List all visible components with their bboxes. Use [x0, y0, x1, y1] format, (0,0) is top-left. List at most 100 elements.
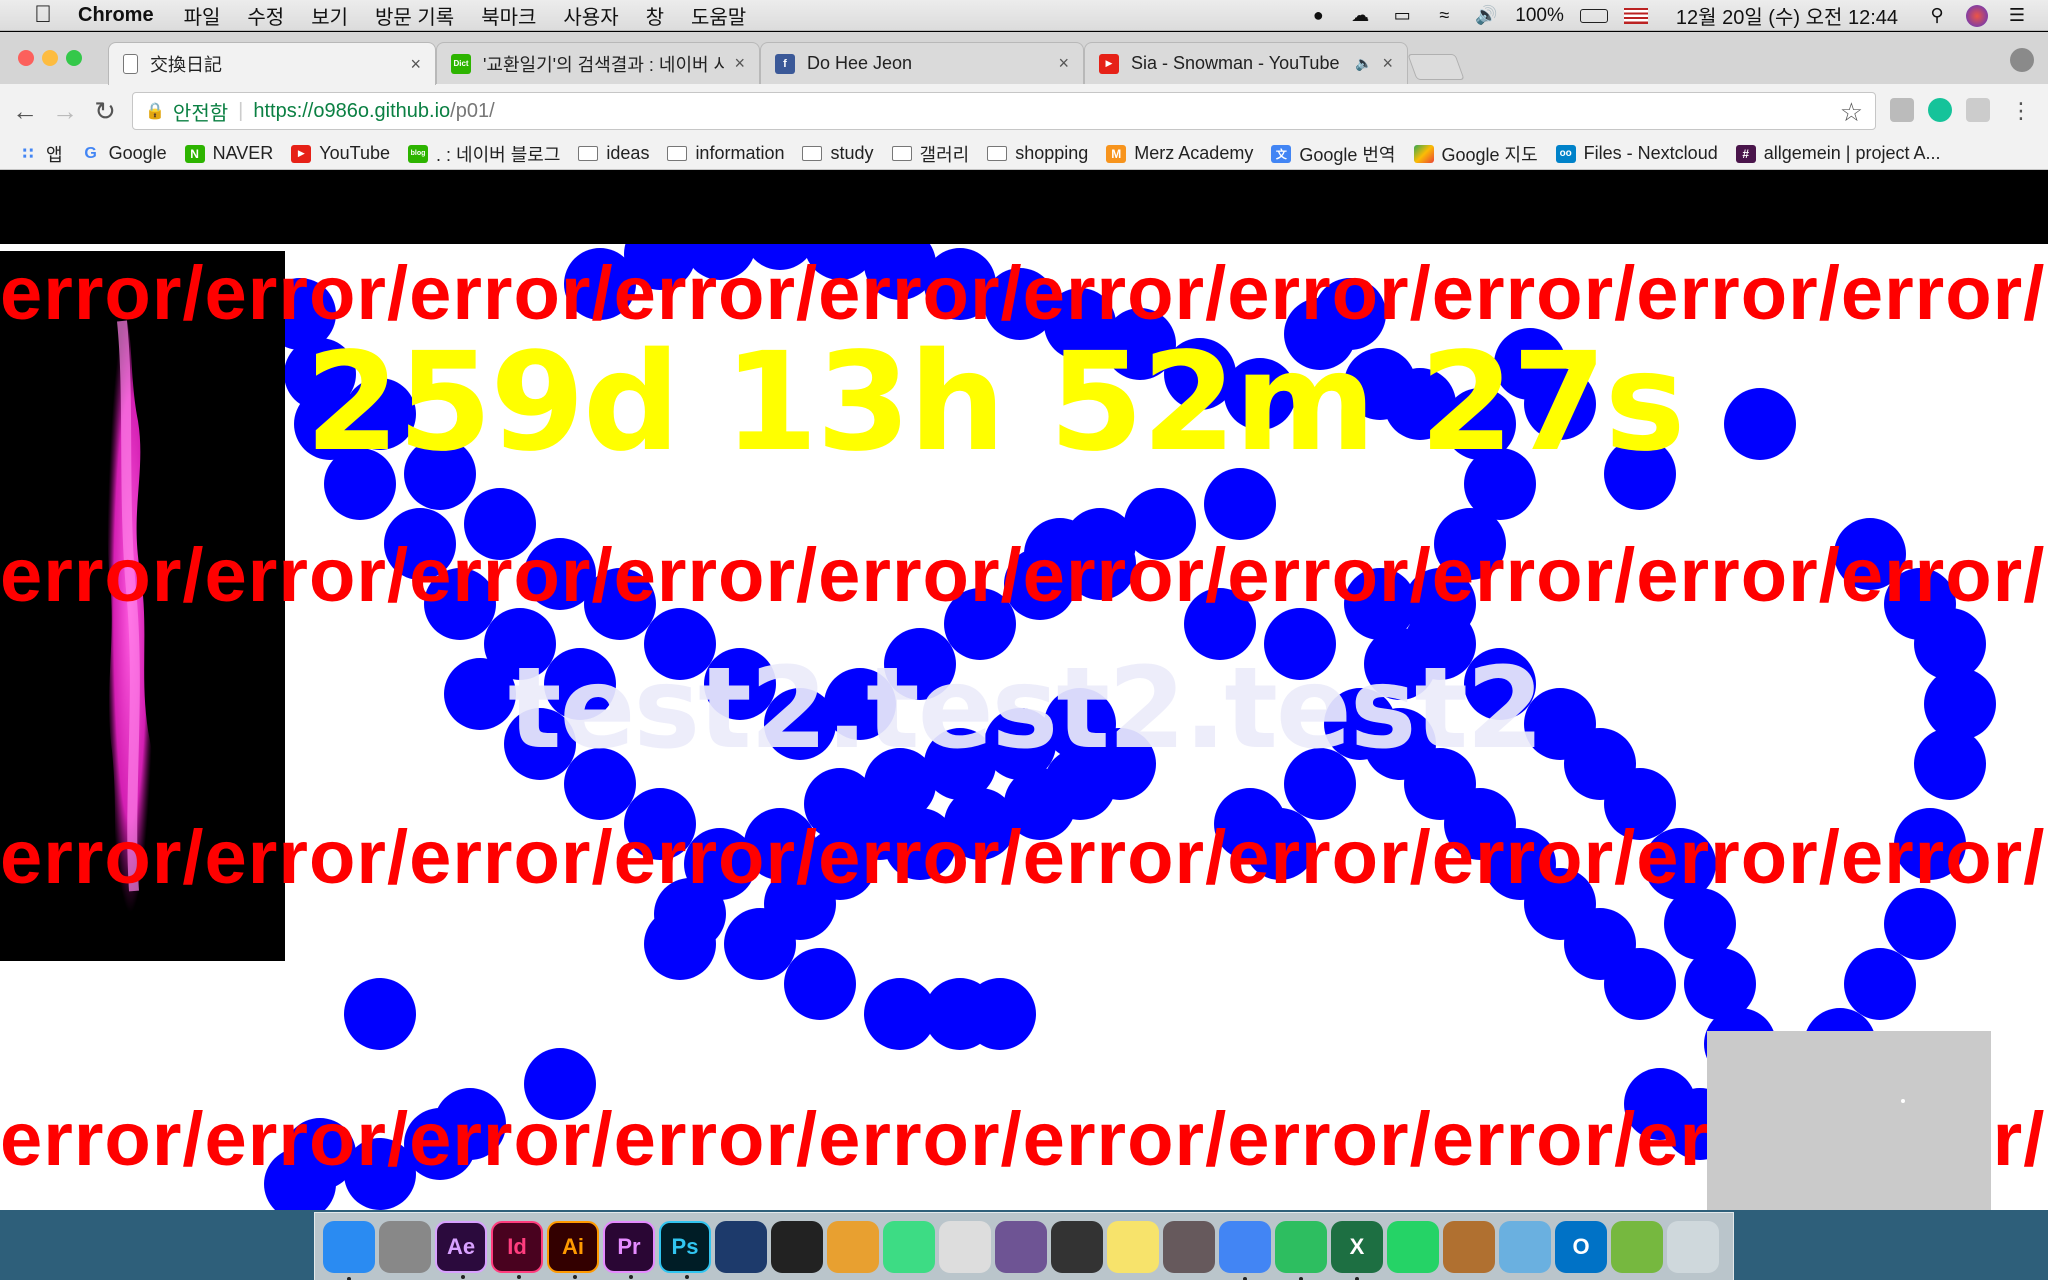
dock-utorrent-icon[interactable]	[1611, 1220, 1663, 1273]
dock-android-studio-icon[interactable]	[883, 1220, 935, 1273]
bookmark-star-icon[interactable]: ☆	[1840, 97, 1863, 128]
bookmark-folder-information[interactable]: information	[667, 143, 784, 164]
extension-instapaper-icon[interactable]	[1890, 98, 1914, 122]
menu-people[interactable]: 사용자	[563, 1, 618, 30]
siri-icon[interactable]	[1966, 4, 1988, 27]
window-close-button[interactable]	[18, 50, 34, 66]
menu-view[interactable]: 보기	[311, 1, 348, 30]
bookmark-folder-gallery[interactable]: 갤러리	[891, 141, 969, 167]
bookmark-google[interactable]: G Google	[81, 143, 166, 164]
dock-illustrator-icon[interactable]: Ai	[547, 1220, 599, 1279]
extension-icon[interactable]	[1966, 98, 1990, 122]
dock-after-effects-icon[interactable]: Ae	[435, 1220, 487, 1279]
address-bar[interactable]: 🔒 안전함 | https://o986o.github.io/p01/ ☆	[132, 92, 1876, 130]
audio-playing-icon[interactable]: 🔈	[1355, 55, 1372, 72]
window-minimize-button[interactable]	[42, 50, 58, 66]
menu-history[interactable]: 방문 기록	[375, 1, 454, 30]
folder-icon	[802, 146, 823, 161]
bookmark-naver-blog[interactable]: blog . : 네이버 블로그	[408, 141, 560, 167]
apple-icon[interactable]: 	[30, 2, 56, 28]
tab-close-icon[interactable]: ×	[410, 54, 421, 75]
bookmark-folder-shopping[interactable]: shopping	[987, 143, 1088, 164]
sketch-canvas[interactable]: error/error/error/error/error/error/erro…	[0, 244, 2048, 1210]
dock-unity-icon[interactable]	[771, 1220, 823, 1273]
dock-cinema4d-icon[interactable]	[715, 1220, 767, 1273]
wifi-icon[interactable]: ≈	[1431, 5, 1457, 27]
us-flag-icon[interactable]	[1623, 7, 1648, 24]
bookmark-youtube[interactable]: ▶ YouTube	[291, 143, 390, 164]
menu-edit[interactable]: 수정	[247, 1, 284, 30]
dock-outlook-icon[interactable]: O	[1555, 1220, 1607, 1273]
menu-bookmarks[interactable]: 북마크	[481, 1, 536, 30]
spotlight-icon[interactable]: ⚲	[1924, 5, 1950, 27]
new-tab-button[interactable]	[1407, 54, 1465, 80]
omnibox-separator: |	[238, 99, 244, 122]
reload-icon[interactable]: ↻	[90, 96, 120, 126]
menu-app-name[interactable]: Chrome	[78, 4, 154, 27]
dock-processing-icon[interactable]	[1051, 1220, 1103, 1273]
battery-icon[interactable]	[1579, 8, 1608, 23]
dock-trash-icon[interactable]	[1667, 1220, 1719, 1273]
dock-github-desktop-icon[interactable]	[995, 1220, 1047, 1273]
dock-evernote-icon[interactable]	[1275, 1220, 1327, 1280]
clock[interactable]: 12월 20일 (수) 오전 12:44	[1676, 1, 1898, 30]
dock-finder-icon[interactable]	[323, 1220, 375, 1280]
tab-3[interactable]: f Do Hee Jeon ×	[760, 42, 1084, 84]
secure-label: 안전함	[172, 102, 229, 125]
notification-center-icon[interactable]: ☰	[2004, 5, 2030, 27]
creative-cloud-icon[interactable]: ☁	[1347, 5, 1373, 27]
bookmark-apps[interactable]: ∷ 앱	[18, 141, 62, 167]
volume-icon[interactable]: 🔊	[1473, 5, 1499, 27]
airplay-icon[interactable]: ▭	[1389, 5, 1415, 27]
tab-strip: 交換日記 × Dict '교환일기'의 검색결과 : 네이버 사전 × f Do…	[0, 32, 2048, 85]
bookmark-nextcloud[interactable]: oo Files - Nextcloud	[1555, 143, 1718, 164]
menu-window[interactable]: 창	[646, 1, 664, 30]
lock-icon[interactable]: 🔒	[145, 101, 165, 121]
bookmark-label: information	[695, 143, 785, 163]
evernote-menubar-icon[interactable]: ●	[1305, 5, 1331, 27]
dock-preview-icon[interactable]	[1499, 1220, 1551, 1273]
bookmark-folder-study[interactable]: study	[802, 143, 874, 164]
dock-launchpad-icon[interactable]	[379, 1220, 431, 1273]
bookmark-slack[interactable]: # allgemein | project A...	[1735, 143, 1941, 164]
bookmark-label: allgemein | project A...	[1763, 143, 1941, 163]
back-icon[interactable]: ←	[10, 96, 40, 126]
tab-close-icon[interactable]: ×	[734, 53, 745, 74]
dock-indesign-icon[interactable]: Id	[491, 1220, 543, 1279]
merz-icon: M	[1106, 144, 1127, 163]
tab-2[interactable]: Dict '교환일기'의 검색결과 : 네이버 사전 ×	[436, 42, 760, 84]
blue-dot	[784, 948, 856, 1020]
dock-premiere-icon[interactable]: Pr	[603, 1220, 655, 1279]
forward-icon[interactable]: →	[50, 96, 80, 126]
bookmark-google-translate[interactable]: 文 Google 번역	[1271, 141, 1396, 167]
window-zoom-button[interactable]	[66, 50, 82, 66]
blue-dot	[1914, 728, 1986, 800]
bookmark-merz-academy[interactable]: M Merz Academy	[1106, 143, 1253, 164]
dock-notes-icon[interactable]	[1107, 1220, 1159, 1273]
profile-icon[interactable]	[2010, 48, 2034, 72]
bookmark-naver[interactable]: N NAVER	[184, 143, 273, 164]
gray-box	[1707, 1031, 1991, 1210]
tab-close-icon[interactable]: ×	[1058, 53, 1069, 74]
dock-excel-icon[interactable]: X	[1331, 1220, 1383, 1280]
bookmark-folder-ideas[interactable]: ideas	[578, 143, 649, 164]
nextcloud-icon: oo	[1555, 144, 1576, 163]
dock-whatsapp-icon[interactable]	[1387, 1220, 1439, 1273]
blue-dot	[1844, 948, 1916, 1020]
blue-dot	[344, 978, 416, 1050]
bookmark-google-maps[interactable]: Google 지도	[1413, 141, 1538, 167]
chrome-menu-icon[interactable]: ⋮	[2006, 96, 2036, 126]
menu-bar:  Chrome 파일 수정 보기 방문 기록 북마크 사용자 창 도움말 ● …	[0, 0, 2048, 31]
dock-photoshop-icon[interactable]: Ps	[659, 1220, 711, 1279]
dock-sequel-pro-icon[interactable]	[939, 1220, 991, 1273]
menu-file[interactable]: 파일	[184, 1, 221, 30]
tab-4[interactable]: ▶ Sia - Snowman - YouTube 🔈 ×	[1084, 42, 1408, 84]
extension-grammarly-icon[interactable]	[1928, 98, 1952, 122]
tab-1[interactable]: 交換日記 ×	[108, 42, 436, 85]
dock-atom-icon[interactable]	[1163, 1220, 1215, 1273]
menu-help[interactable]: 도움말	[691, 1, 746, 30]
dock-chrome-icon[interactable]	[1219, 1220, 1271, 1280]
tab-close-icon[interactable]: ×	[1382, 53, 1393, 74]
dock-garageband-icon[interactable]	[1443, 1220, 1495, 1273]
dock-cocktail-icon[interactable]	[827, 1220, 879, 1273]
